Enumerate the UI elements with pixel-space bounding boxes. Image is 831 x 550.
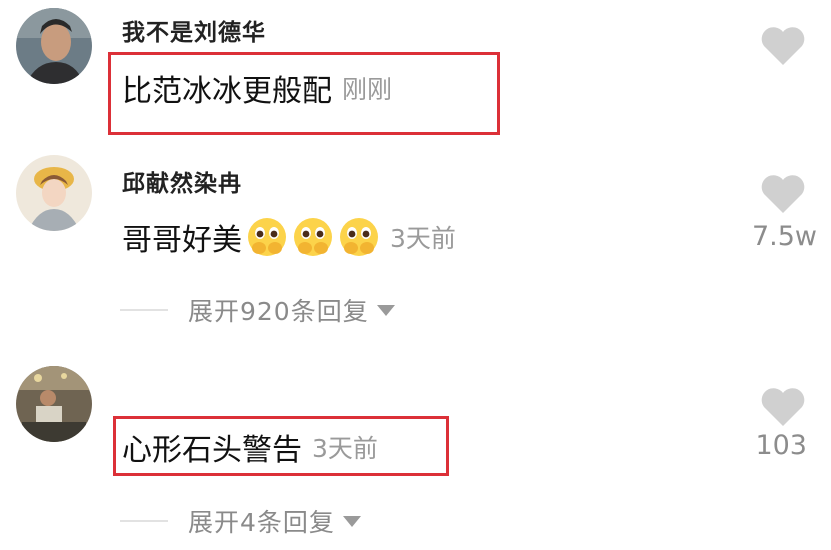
avatar[interactable] bbox=[16, 366, 92, 442]
expand-replies-button[interactable]: 展开4条回复 bbox=[120, 503, 361, 539]
comment-username[interactable]: 邱献然染冉 bbox=[122, 164, 242, 198]
comment-username[interactable]: 我不是刘德华 bbox=[122, 13, 266, 47]
face-holding-back-tears-emoji bbox=[248, 218, 286, 256]
caret-down-icon bbox=[342, 515, 361, 527]
like-button[interactable] bbox=[759, 172, 807, 214]
avatar[interactable] bbox=[16, 8, 92, 84]
face-holding-back-tears-emoji bbox=[340, 218, 378, 256]
face-holding-back-tears-emoji bbox=[294, 218, 332, 256]
highlight-box bbox=[108, 52, 500, 135]
comment-body: 哥哥好美 3天前 bbox=[122, 215, 456, 259]
like-count: 7.5w bbox=[751, 221, 817, 252]
divider bbox=[120, 309, 168, 311]
highlight-box bbox=[113, 416, 449, 476]
like-button[interactable] bbox=[759, 24, 807, 66]
heart-icon bbox=[761, 175, 805, 213]
caret-down-icon bbox=[376, 304, 395, 316]
expand-replies-label: 展开4条回复 bbox=[188, 508, 335, 537]
expand-replies-label: 展开920条回复 bbox=[188, 297, 369, 326]
heart-icon bbox=[761, 27, 805, 65]
heart-icon bbox=[761, 388, 805, 426]
expand-replies-button[interactable]: 展开920条回复 bbox=[120, 292, 395, 328]
comment-time: 3天前 bbox=[390, 224, 456, 253]
like-count: 103 bbox=[755, 430, 807, 461]
comment-text: 哥哥好美 bbox=[122, 223, 242, 258]
avatar[interactable] bbox=[16, 155, 92, 231]
divider bbox=[120, 520, 168, 522]
like-button[interactable] bbox=[759, 385, 807, 427]
